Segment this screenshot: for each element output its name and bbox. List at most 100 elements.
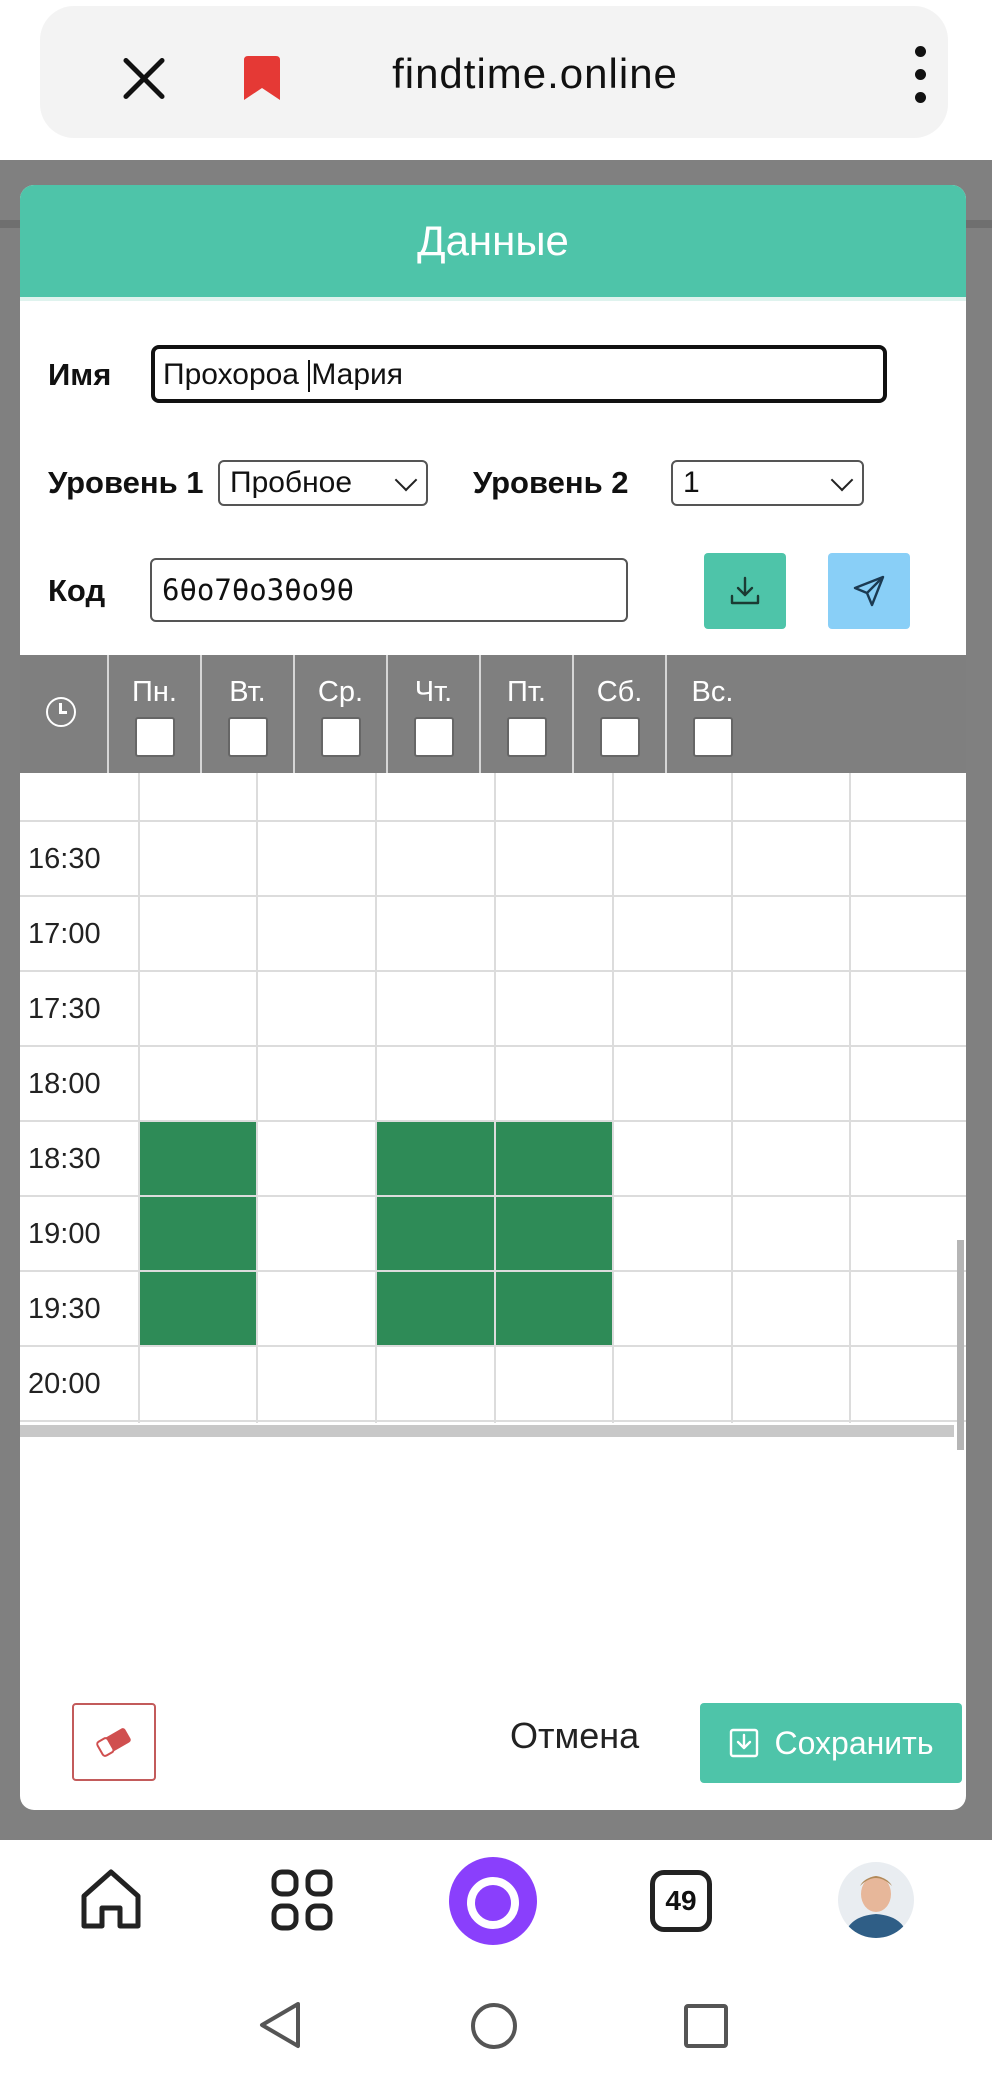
close-icon[interactable] [120,54,168,102]
grid-row-divider [20,970,966,972]
horizontal-scrollbar[interactable] [20,1425,954,1437]
name-input[interactable]: Прохороа Мария [151,345,887,403]
code-label: Код [48,573,106,608]
day-label: Чт. [414,676,453,708]
grid-row-divider [20,1120,966,1122]
send-icon [853,575,885,607]
level2-label: Уровень 2 [473,465,629,500]
grid-column-divider [849,773,852,1423]
grid-column-divider [137,773,140,1423]
grid-row-divider [20,1045,966,1047]
tabs-count-button[interactable]: 49 [650,1870,712,1932]
address-bar[interactable]: findtime.online [40,6,948,138]
day-label: Вт. [229,676,266,708]
selected-slot[interactable] [495,1121,613,1196]
day-label: Ср. [317,676,364,708]
selected-slot[interactable] [377,1196,494,1271]
avatar[interactable] [838,1862,914,1938]
grid-row-divider [20,1420,966,1422]
browser-toolbar: findtime.online [0,0,992,160]
level1-label: Уровень 1 [48,465,204,500]
day-column-wed: Ср. [293,655,386,773]
level1-select[interactable]: Пробное [218,460,428,506]
level2-select[interactable]: 1 [671,460,864,506]
selected-slot[interactable] [377,1121,494,1196]
day-column-tue: Вт. [200,655,293,773]
recents-square-icon[interactable] [684,2004,728,2048]
day-checkbox-fri[interactable] [506,717,547,757]
day-column-sun: Вс. [665,655,758,773]
time-label: 19:00 [28,1218,101,1250]
schedule-grid[interactable]: 16:30 17:00 17:30 18:00 18:30 19:00 19:30 20:00 [20,773,966,1423]
data-dialog: Данные Имя Прохороа Мария Уровень 1 Проб… [20,185,966,1810]
time-label: 20:00 [28,1368,101,1400]
home-icon[interactable] [76,1864,146,1934]
name-value-part1: Прохороа [163,358,308,391]
time-label: 16:30 [28,843,101,875]
chevron-down-icon [398,472,414,488]
vertical-scrollbar[interactable] [957,1240,964,1450]
grid-column-divider [375,773,377,1423]
bottom-navigation: 49 [0,1840,992,2079]
code-input[interactable]: 6θo7θo3θo9θ [150,558,628,622]
name-label: Имя [48,357,112,392]
back-icon[interactable] [258,2000,302,2050]
name-value-part2: Мария [311,358,404,391]
voice-assistant-icon[interactable] [448,1856,538,1946]
more-options-icon[interactable] [910,46,930,110]
chevron-down-icon [834,472,850,488]
download-icon [730,576,760,605]
time-label: 17:00 [28,918,101,950]
day-column-fri: Пт. [479,655,572,773]
selected-slot[interactable] [495,1271,613,1346]
time-label: 18:30 [28,1143,101,1175]
day-label: Сб. [596,676,643,708]
level2-value: 1 [683,466,700,499]
home-circle-icon[interactable] [470,2002,518,2050]
day-label: Пт. [507,676,546,708]
apps-grid-icon[interactable] [270,1868,334,1932]
day-label: Вс. [691,676,734,708]
grid-row-divider [20,895,966,897]
day-checkbox-sat[interactable] [599,717,640,757]
selected-slot[interactable] [139,1271,257,1346]
schedule-header: Пн. Вт. Ср. Чт. Пт. Сб. Вс. [20,655,966,773]
day-checkbox-tue[interactable] [227,717,268,757]
day-checkbox-thu[interactable] [413,717,454,757]
time-label: 17:30 [28,993,101,1025]
bookmark-icon[interactable] [242,56,282,102]
day-checkbox-sun[interactable] [692,717,733,757]
dialog-title: Данные [20,185,966,301]
selected-slot[interactable] [377,1271,494,1346]
grid-column-divider [493,773,496,1423]
selected-slot[interactable] [139,1121,257,1196]
send-button[interactable] [828,553,910,629]
grid-row-divider [20,1195,966,1197]
grid-column-divider [730,773,733,1423]
tabs-count: 49 [665,1885,697,1916]
url-text[interactable]: findtime.online [340,50,730,98]
save-button[interactable]: Сохранить [700,1703,962,1783]
day-checkbox-wed[interactable] [320,717,361,757]
save-icon [730,1728,759,1758]
grid-column-divider [612,773,615,1423]
selected-slot[interactable] [139,1196,257,1271]
grid-column-divider [256,773,259,1423]
download-button[interactable] [704,553,786,629]
day-column-sat: Сб. [572,655,665,773]
eraser-icon [96,1728,131,1757]
clear-button[interactable] [72,1703,156,1781]
grid-row-divider [20,1345,966,1347]
day-column-thu: Чт. [386,655,479,773]
cancel-button[interactable]: Отмена [510,1715,639,1757]
day-label: Пн. [132,676,177,708]
level1-value: Пробное [230,466,353,499]
selected-slot[interactable] [495,1196,613,1271]
save-label: Сохранить [774,1724,934,1761]
clock-icon [46,697,76,727]
day-column-mon: Пн. [107,655,200,773]
grid-row-divider [20,1270,966,1272]
day-checkbox-mon[interactable] [134,717,175,757]
grid-row-divider [20,820,966,822]
time-label: 18:00 [28,1068,101,1100]
